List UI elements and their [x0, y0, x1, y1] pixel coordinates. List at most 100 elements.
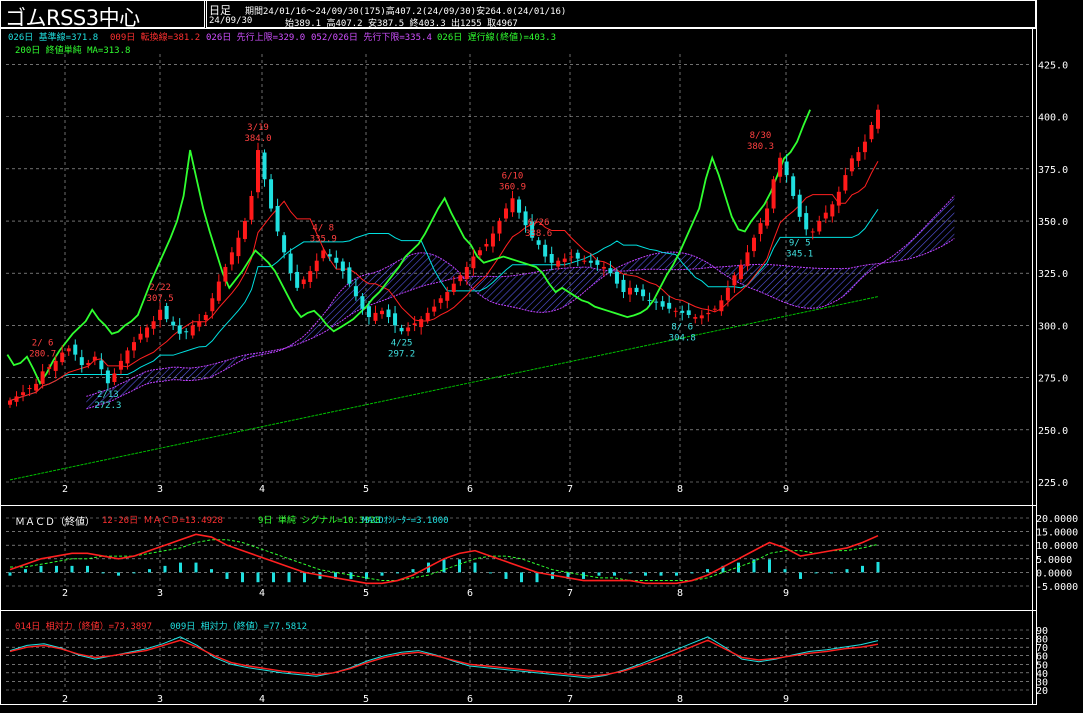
candle-body: [438, 298, 443, 303]
candle-body: [432, 306, 437, 312]
macd-histogram-bar: [70, 565, 74, 573]
rsi14-line: [9, 639, 879, 677]
x-tick-label: 6: [467, 484, 473, 495]
candle-body: [464, 266, 469, 280]
info-box: 日足 期間24/01/16～24/09/30(175)高407.2(24/09/…: [206, 0, 1036, 29]
annotation-value: 345.1: [786, 249, 813, 259]
x-tick-label: 6: [467, 588, 473, 599]
candle-body: [27, 388, 32, 390]
macd-histogram-bar: [737, 562, 740, 573]
x-tick-label: 7: [567, 484, 573, 495]
annotation-value: 280.7: [29, 350, 56, 360]
candle-body: [517, 199, 522, 213]
candle-body: [614, 271, 619, 284]
candle-body: [569, 256, 574, 258]
x-tick-label: 9: [783, 694, 789, 705]
macd-histogram-bar: [163, 565, 167, 573]
candle-body: [229, 252, 234, 265]
candle-body: [79, 357, 84, 366]
candle-body: [660, 301, 665, 307]
candle-body: [288, 253, 293, 274]
candle-body: [47, 367, 52, 369]
y-tick-label: 325.0: [1038, 269, 1068, 280]
candle-body: [425, 312, 430, 321]
y-tick-label: 250.0: [1038, 426, 1068, 437]
macd-histogram-bar: [473, 562, 477, 573]
chart-window: 425.0 400.0 375.0 350.0 325.0 300.0 275.0 250.0…: [0, 0, 1083, 709]
macd-histogram-bar: [210, 569, 213, 573]
candle-body: [784, 161, 789, 176]
candle-body: [745, 252, 750, 267]
macd-histogram-bar: [504, 572, 508, 579]
candle-body: [451, 283, 456, 293]
candle-body: [308, 271, 313, 282]
macd-histogram-bar: [458, 559, 461, 573]
annotation-value: 272.3: [94, 401, 121, 411]
candle-body: [771, 179, 776, 209]
macd-histogram-bar: [613, 572, 616, 576]
candle-body: [601, 266, 606, 269]
candle-body: [856, 152, 861, 161]
candle-body: [40, 371, 45, 384]
macd-histogram-bar: [690, 572, 694, 574]
x-tick-label: 3: [157, 484, 163, 495]
candle-body: [399, 327, 404, 332]
candle-body: [758, 223, 763, 234]
macd-histogram-bar: [272, 572, 275, 583]
macd-histogram-bar: [39, 565, 43, 573]
candle-body: [197, 321, 202, 327]
candle-body: [8, 400, 12, 405]
x-tick-label: 5: [363, 694, 369, 705]
candle-body: [236, 237, 241, 257]
candle-body: [732, 275, 737, 286]
candle-body: [53, 360, 58, 371]
candle-body: [823, 212, 828, 219]
candle-body: [386, 309, 391, 318]
annotation-value: 297.2: [388, 349, 415, 359]
y-tick-label: 20: [1036, 686, 1048, 697]
candle-body: [497, 221, 502, 234]
candle-body: [562, 258, 567, 262]
candle-body: [190, 325, 195, 336]
x-tick-label: 9: [783, 484, 789, 495]
candle-body: [256, 150, 260, 193]
candle-body: [158, 309, 163, 320]
candle-body: [797, 194, 802, 217]
candle-body: [347, 267, 352, 284]
candle-body: [184, 331, 189, 333]
candle-body: [445, 292, 450, 301]
candle-body: [99, 360, 104, 370]
candle-body: [164, 305, 169, 320]
annotation-date: 9/ 5: [789, 238, 811, 248]
x-tick-label: 4: [259, 484, 265, 495]
candle-body: [393, 313, 398, 326]
candle-body: [680, 310, 685, 313]
legend-osc: MACDｵｼﾚｰﾀｰ=3.1000: [362, 516, 449, 526]
y-tick-label: -5.0000: [1036, 582, 1078, 593]
candle-body: [484, 243, 489, 247]
candle-body: [151, 321, 156, 329]
x-tick-label: 8: [677, 694, 683, 705]
candle-body: [778, 157, 783, 177]
candle-body: [725, 287, 730, 301]
x-tick-label: 5: [363, 588, 369, 599]
candle-body: [73, 344, 78, 355]
candle-body: [510, 198, 515, 213]
candle-body: [641, 289, 646, 297]
macd-histogram-bar: [582, 572, 585, 579]
x-tick-label: 2: [62, 694, 68, 705]
annotation-value: 360.9: [499, 182, 526, 192]
candle-body: [471, 256, 476, 269]
macd-histogram-bar: [845, 569, 849, 573]
candle-body: [458, 275, 463, 282]
annotation-date: 8/30: [750, 131, 772, 141]
candle-body: [86, 362, 91, 366]
x-tick-label: 5: [363, 484, 369, 495]
annotation-date: 2/ 6: [32, 339, 54, 349]
y-tick-label: 350.0: [1038, 217, 1068, 228]
candle-body: [406, 327, 411, 332]
macd-histogram-bar: [861, 565, 864, 573]
candle-body: [712, 308, 717, 310]
candle-body: [145, 327, 150, 338]
candle-body: [301, 279, 306, 285]
